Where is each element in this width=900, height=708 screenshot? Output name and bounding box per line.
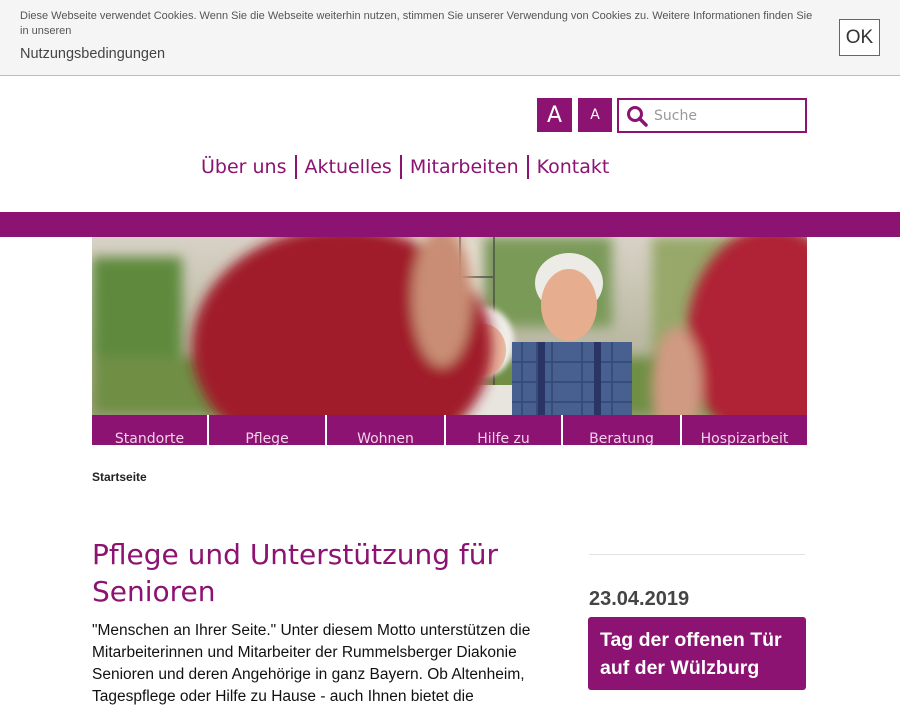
nav-item-ueber-uns[interactable]: Über uns (193, 154, 295, 180)
search-box[interactable] (617, 98, 807, 133)
nav-item-kontakt[interactable]: Kontakt (529, 154, 618, 180)
search-input[interactable] (654, 100, 799, 131)
brand-band (0, 212, 900, 237)
search-icon[interactable] (626, 105, 648, 127)
cookie-banner: Diese Webseite verwendet Cookies. Wenn S… (0, 0, 900, 76)
nav-item-aktuelles[interactable]: Aktuelles (297, 154, 400, 180)
intro-text: "Menschen an Ihrer Seite." Unter diesem … (92, 622, 531, 705)
tab-hospizarbeit[interactable]: Hospizarbeit (682, 415, 807, 445)
tab-beratung[interactable]: Beratung (563, 415, 682, 445)
tab-hilfe-zu-hause[interactable]: Hilfe zu (446, 415, 563, 445)
sidebar-divider (589, 554, 805, 555)
event-button[interactable]: Tag der offenen Tür auf der Wülzburg (588, 617, 806, 690)
page-title: Pflege und Unterstützung für Senioren (92, 538, 499, 608)
terms-link[interactable]: Nutzungsbedingungen (20, 46, 165, 62)
tab-standorte[interactable]: Standorte (92, 415, 209, 445)
tab-wohnen[interactable]: Wohnen (327, 415, 446, 445)
event-date: 23.04.2019 (589, 588, 690, 610)
hero-illustration (92, 237, 807, 415)
cookie-ok-button[interactable]: OK (839, 19, 880, 56)
cookie-text: Diese Webseite verwendet Cookies. Wenn S… (20, 10, 813, 37)
font-size-small-button[interactable]: A (578, 98, 612, 132)
top-nav: Über uns Aktuelles Mitarbeiten Kontakt (193, 153, 617, 181)
hero-image (92, 237, 807, 415)
breadcrumb[interactable]: Startseite (92, 470, 147, 484)
font-size-large-button[interactable]: A (537, 98, 572, 132)
tab-pflege[interactable]: Pflege (209, 415, 327, 445)
category-tabs: Standorte Pflege Wohnen Hilfe zu Beratun… (92, 415, 807, 445)
nav-item-mitarbeiten[interactable]: Mitarbeiten (402, 154, 527, 180)
